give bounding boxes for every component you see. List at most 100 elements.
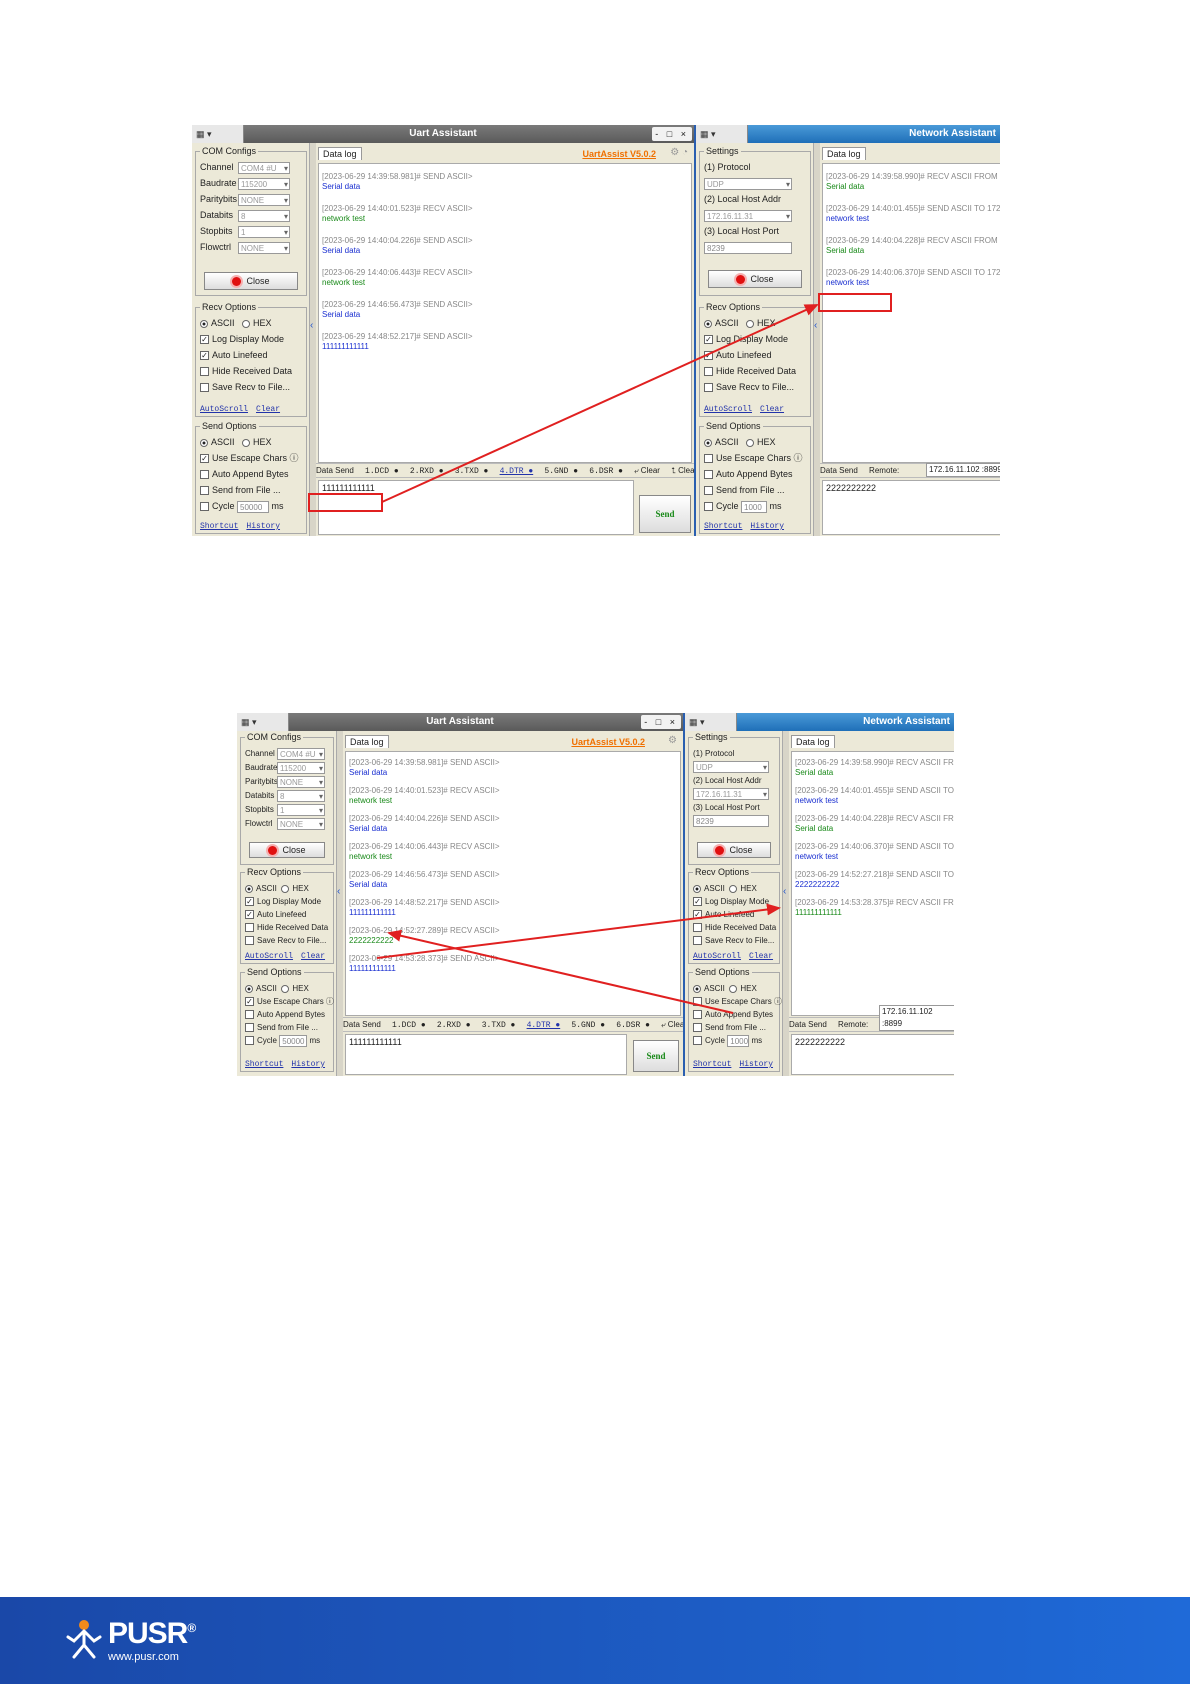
network-system-menu-2[interactable]: ▦ ▾ — [685, 713, 737, 731]
host-addr-select[interactable]: 172.16.11.31 — [704, 209, 792, 222]
send-hex-radio[interactable] — [242, 438, 251, 447]
log-entry: [2023-06-29 14:40:04.228]# RECV ASCII FR… — [795, 814, 954, 834]
remote-address-input-2[interactable]: 172.16.11.102 :8899 — [879, 1005, 954, 1031]
append-bytes-checkbox[interactable] — [200, 470, 209, 480]
net-from-file-checkbox[interactable] — [704, 486, 713, 496]
baudrate-select[interactable]: 115200 — [238, 177, 290, 190]
net-history-link[interactable]: History — [750, 522, 784, 531]
net-hide-received-checkbox[interactable] — [704, 367, 713, 377]
net-auto-linefeed-checkbox[interactable]: ✓ — [704, 351, 713, 361]
uart-window-controls[interactable]: - □ × — [652, 127, 692, 141]
net-cycle-checkbox[interactable] — [704, 502, 713, 512]
log-entry: [2023-06-29 14:40:06.370]# SEND ASCII TO… — [795, 842, 954, 862]
net-recv-ascii-radio[interactable] — [704, 319, 712, 328]
send-from-file-checkbox[interactable] — [200, 486, 209, 496]
log-entry: [2023-06-29 14:53:28.373]# SEND ASCII> 11… — [349, 954, 677, 974]
net-send-ascii-radio[interactable] — [704, 438, 712, 447]
log-timestamp: [2023-06-29 14:40:04.226]# SEND ASCII> — [349, 814, 500, 823]
protocol-select[interactable]: UDP — [704, 177, 792, 190]
network-data-log-tab[interactable]: Data log — [822, 147, 866, 160]
net-escape-checkbox[interactable] — [704, 454, 713, 464]
net-append-checkbox[interactable] — [704, 470, 713, 480]
recv-clear-link[interactable]: Clear — [256, 405, 280, 414]
auto-linefeed-checkbox[interactable]: ✓ — [200, 351, 209, 361]
hide-received-checkbox[interactable] — [200, 367, 209, 377]
uart-window-controls-2[interactable]: - □ × — [641, 715, 681, 729]
log-message: network test — [322, 214, 366, 223]
channel-select[interactable]: COM4 #U — [238, 161, 290, 174]
save-recv-checkbox[interactable] — [200, 383, 209, 393]
net-recv-hex-radio[interactable] — [746, 319, 755, 328]
paritybits-select[interactable]: NONE — [238, 193, 290, 206]
network-send-input[interactable]: 2222222222 — [822, 480, 1000, 535]
uart-send-button[interactable]: Send — [639, 495, 691, 533]
uart-close-port-button[interactable]: Close — [204, 272, 298, 290]
history-link[interactable]: History — [246, 522, 280, 531]
log-message: Serial data — [349, 768, 388, 777]
clear-recv-button[interactable]: ⤶ Clear — [634, 466, 660, 475]
uart-send-button-2[interactable]: Send — [633, 1040, 679, 1072]
recv-hex-radio[interactable] — [242, 319, 251, 328]
log-message: Serial data — [826, 246, 865, 255]
highlight-uart-send — [308, 493, 383, 512]
net-save-recv-checkbox[interactable] — [704, 383, 713, 393]
brand-url: www.pusr.com — [108, 1651, 179, 1663]
uart-version-link[interactable]: UartAssist V5.0.2 — [582, 149, 656, 159]
settings-icon-2[interactable]: ⚙ — [668, 735, 677, 746]
network-system-menu[interactable]: ▦ ▾ — [696, 125, 748, 143]
log-entry: [2023-06-29 14:53:28.375]# RECV ASCII FR… — [795, 898, 954, 918]
uart-sidebar: COM Configs ChannelCOM4 #U Baudrate11520… — [192, 143, 310, 536]
log-display-checkbox[interactable]: ✓ — [200, 335, 209, 345]
net-clear-link[interactable]: Clear — [760, 405, 784, 414]
log-entry: [2023-06-29 14:40:04.226]# SEND ASCII> Se… — [322, 236, 688, 256]
pin-dtr-toggle[interactable]: 4.DTR ● — [500, 467, 534, 476]
databits-select[interactable]: 8 — [238, 209, 290, 222]
uart-system-menu-2[interactable]: ▦ ▾ — [237, 713, 289, 731]
settings-icon[interactable]: ⚙ ◔ — [670, 147, 688, 158]
com-configs-legend: COM Configs — [200, 146, 259, 156]
log-timestamp: [2023-06-29 14:40:06.443]# RECV ASCII> — [349, 842, 500, 851]
network-send-options-group: Send Options ASCII HEX Use Escape Chars … — [699, 421, 811, 534]
send-ascii-radio[interactable] — [200, 438, 208, 447]
pin-dsr: 6.DSR ● — [589, 467, 623, 476]
log-message: 111111111111 — [322, 342, 369, 351]
escape-chars-checkbox[interactable]: ✓ — [200, 454, 209, 464]
uart-recv-options-group: Recv Options ASCII HEX ✓ Log Display Mode… — [195, 302, 307, 417]
uart-data-log-tab[interactable]: Data log — [318, 147, 362, 160]
uart-data-log-2: [2023-06-29 14:39:58.981]# SEND ASCII> Se… — [345, 751, 681, 1016]
net-shortcut-link[interactable]: Shortcut — [704, 522, 742, 531]
clear-send-button[interactable]: ⮤ Clear — [671, 466, 694, 475]
network-close-button-2[interactable]: Close — [697, 842, 771, 858]
network-close-button[interactable]: Close — [708, 270, 802, 288]
cycle-checkbox[interactable] — [200, 502, 209, 512]
remote-address-input[interactable]: 172.16.11.102 :8899 — [926, 463, 1000, 477]
page-footer: PUSR® www.pusr.com — [0, 1597, 1190, 1684]
cycle-input[interactable]: 50000 — [237, 500, 270, 513]
network-send-input-2[interactable]: 2222222222 — [791, 1034, 954, 1075]
log-message: Serial data — [349, 824, 388, 833]
net-log-display-checkbox[interactable]: ✓ — [704, 335, 713, 345]
stopbits-select[interactable]: 1 — [238, 225, 290, 238]
log-timestamp: [2023-06-29 14:40:06.370]# SEND ASCII TO… — [795, 842, 954, 851]
log-timestamp: [2023-06-29 14:52:27.218]# SEND ASCII TO… — [795, 870, 954, 879]
net-cycle-input[interactable]: 1000 — [741, 500, 768, 513]
uart-send-input-2[interactable]: 111111111111 — [345, 1034, 627, 1075]
com-configs-group: COM Configs ChannelCOM4 #U Baudrate11520… — [195, 146, 307, 296]
uart-send-bar: Data Send 1.DCD ● 2.RXD ● 3.TXD ● 4.DTR … — [316, 463, 694, 478]
log-entry: [2023-06-29 14:39:58.990]# RECV ASCII FR… — [795, 758, 954, 778]
flowctrl-select[interactable]: NONE — [238, 241, 290, 254]
log-entry: [2023-06-29 14:40:06.443]# RECV ASCII> ne… — [349, 842, 677, 862]
shortcut-link[interactable]: Shortcut — [200, 522, 238, 531]
network-status-icon — [736, 275, 746, 285]
autoscroll-link[interactable]: AutoScroll — [200, 405, 248, 414]
log-message: 111111111111 — [795, 908, 842, 917]
net-send-hex-radio[interactable] — [746, 438, 755, 447]
uart-system-menu[interactable]: ▦ ▾ — [192, 125, 244, 143]
pin-txd: 3.TXD ● — [454, 467, 489, 476]
host-port-input[interactable]: 8239 — [704, 241, 792, 254]
net-autoscroll-link[interactable]: AutoScroll — [704, 405, 752, 414]
log-timestamp: [2023-06-29 14:53:28.375]# RECV ASCII FR… — [795, 898, 954, 907]
log-entry: [2023-06-29 14:40:04.226]# SEND ASCII> Se… — [349, 814, 677, 834]
uart-close-port-button-2[interactable]: Close — [249, 842, 325, 858]
recv-ascii-radio[interactable] — [200, 319, 208, 328]
